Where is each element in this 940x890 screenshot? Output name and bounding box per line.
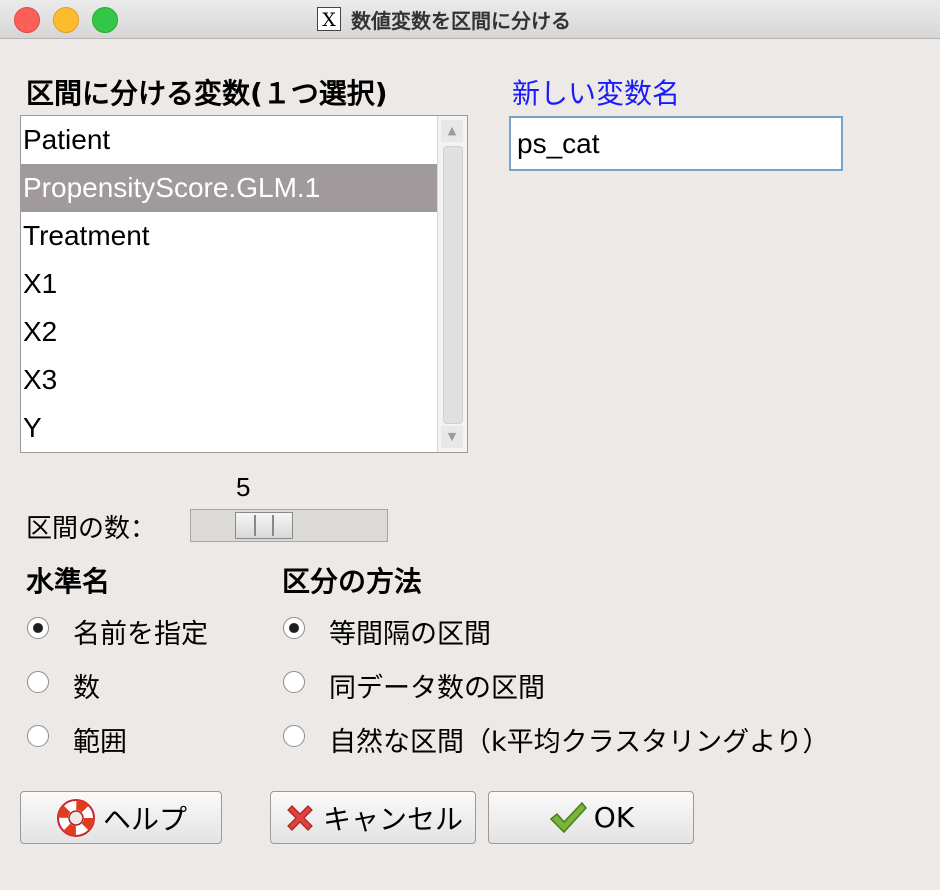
variable-list-item[interactable]: Patient (21, 116, 438, 164)
variable-list-item[interactable]: X1 (21, 260, 438, 308)
ok-button[interactable]: OK (488, 791, 694, 844)
binning-method-radio-label-2[interactable]: 同データ数の区間 (329, 666, 545, 705)
cancel-button[interactable]: キャンセル (270, 791, 476, 844)
level-names-radio-1[interactable] (27, 617, 49, 639)
level-names-header: 水準名 (26, 565, 111, 598)
scroll-down-arrow-icon[interactable]: ▼ (441, 426, 463, 448)
title-bar: X 数値変数を区間に分ける (0, 0, 940, 39)
level-names-radio-2[interactable] (27, 671, 49, 693)
red-x-icon (287, 804, 313, 831)
bins-slider[interactable] (190, 509, 388, 542)
binning-method-header: 区分の方法 (282, 565, 423, 598)
close-window-button[interactable] (14, 7, 40, 33)
x11-app-icon: X (317, 7, 341, 31)
variable-list-item[interactable]: Y (21, 404, 438, 452)
list-scrollbar[interactable]: ▲ ▼ (437, 116, 467, 452)
binning-method-radio-label-3[interactable]: 自然な区間（k平均クラスタリングより） (329, 720, 830, 759)
scrollbar-thumb[interactable] (443, 146, 463, 424)
cancel-button-label: キャンセル (322, 802, 463, 836)
variable-list-item[interactable]: Treatment (21, 212, 438, 260)
minimize-window-button[interactable] (53, 7, 79, 33)
binning-method-radio-2[interactable] (283, 671, 305, 693)
bins-label: 区間の数： (26, 514, 157, 544)
level-names-radio-label-3[interactable]: 範囲 (73, 720, 127, 759)
binning-method-radio-label-1[interactable]: 等間隔の区間 (329, 612, 491, 651)
variable-list-label: 区間に分ける変数(１つ選択) (26, 77, 388, 110)
new-variable-name-label: 新しい変数名 (512, 77, 681, 110)
help-button-label: ヘルプ (102, 802, 187, 836)
variable-list: Patient PropensityScore.GLM.1 Treatment X1 X… (21, 116, 438, 452)
bins-value: 5 (236, 472, 251, 502)
level-names-radio-label-1[interactable]: 名前を指定 (73, 612, 208, 651)
new-variable-name-input[interactable]: ps_cat (509, 116, 843, 171)
ok-button-label: OK (593, 801, 635, 834)
variable-list-item[interactable]: X2 (21, 308, 438, 356)
zoom-window-button[interactable] (92, 7, 118, 33)
help-button[interactable]: ヘルプ (20, 791, 222, 844)
scroll-up-arrow-icon[interactable]: ▲ (441, 120, 463, 142)
binning-method-radio-3[interactable] (283, 725, 305, 747)
window-title: 数値変数を区間に分ける (351, 8, 571, 33)
level-names-radio-3[interactable] (27, 725, 49, 747)
lifebuoy-icon (56, 798, 95, 837)
green-checkmark-icon (549, 801, 587, 833)
window-title-group: X 数値変数を区間に分ける (317, 6, 627, 33)
variable-listbox[interactable]: Patient PropensityScore.GLM.1 Treatment X1 X… (20, 115, 468, 453)
bins-slider-thumb[interactable] (235, 512, 293, 539)
binning-method-radio-1[interactable] (283, 617, 305, 639)
variable-list-item[interactable]: X3 (21, 356, 438, 404)
level-names-radio-label-2[interactable]: 数 (73, 666, 100, 705)
variable-list-item[interactable]: PropensityScore.GLM.1 (21, 164, 438, 212)
